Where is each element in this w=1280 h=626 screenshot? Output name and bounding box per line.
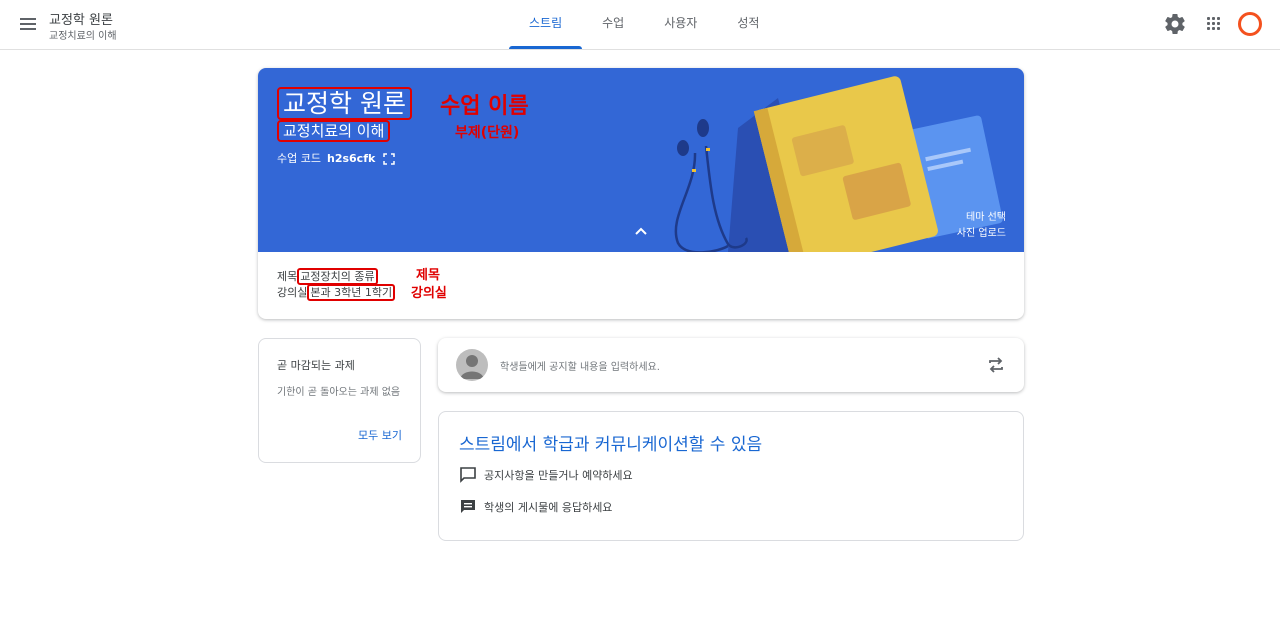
announcement-placeholder[interactable]: 학생들에게 공지할 내용을 입력하세요. <box>500 358 660 373</box>
subject-row: 제목 교정장치의 종류 <box>277 268 395 285</box>
stream-info-item-text: 학생의 게시물에 응답하세요 <box>484 501 613 514</box>
user-avatar <box>456 349 488 381</box>
upcoming-card: 곧 마감되는 과제 기한이 곧 돌아오는 과제 없음 모두 보기 <box>258 338 421 463</box>
class-banner: 교정학 원론 교정치료의 이해 수업 코드 h2s6cfk 테마 선택 사진 업로… <box>258 68 1024 252</box>
tab-stream[interactable]: 스트림 <box>509 0 583 49</box>
banner-subtitle: 교정치료의 이해 <box>277 120 391 142</box>
class-code-label: 수업 코드 <box>277 152 321 165</box>
class-code-value: h2s6cfk <box>326 152 376 165</box>
subject-value: 교정장치의 종류 <box>297 268 378 285</box>
apps-icon[interactable] <box>1202 12 1226 36</box>
banner-title: 교정학 원론 <box>277 84 412 120</box>
comment-icon <box>461 500 475 513</box>
annotation-room: 강의실 <box>411 286 447 301</box>
tab-grades[interactable]: 성적 <box>717 0 779 49</box>
repost-icon[interactable] <box>986 355 1006 375</box>
room-label: 강의실 <box>277 286 308 299</box>
select-theme-link[interactable]: 테마 선택 <box>966 208 1006 223</box>
stream-info-card: 스트림에서 학급과 커뮤니케이션할 수 있음 공지사항을 만들거나 예약하세요 … <box>438 411 1024 541</box>
upcoming-title: 곧 마감되는 과제 <box>277 359 355 372</box>
top-app-bar: 교정학 원론 교정치료의 이해 스트림 수업 사용자 성적 <box>0 0 1280 50</box>
class-code: 수업 코드 h2s6cfk <box>277 150 395 166</box>
course-title[interactable]: 교정학 원론 <box>49 9 113 28</box>
banner-title-text: 교정학 원론 <box>277 87 412 120</box>
stream-info-title: 스트림에서 학급과 커뮤니케이션할 수 있음 <box>459 435 763 455</box>
gear-icon[interactable] <box>1163 12 1187 36</box>
view-all-link[interactable]: 모두 보기 <box>358 427 402 443</box>
stream-info-item: 학생의 게시물에 응답하세요 <box>459 497 612 517</box>
annotation-subject: 제목 <box>416 268 440 283</box>
fullscreen-icon[interactable] <box>383 153 395 165</box>
subject-label: 제목 <box>277 270 298 283</box>
tab-bar: 스트림 수업 사용자 성적 <box>509 0 779 49</box>
account-avatar[interactable] <box>1238 12 1262 36</box>
class-header-card: 교정학 원론 교정치료의 이해 수업 코드 h2s6cfk 테마 선택 사진 업로… <box>258 68 1024 319</box>
room-value: 본과 3학년 1학기 <box>307 284 396 301</box>
stream-info-item: 공지사항을 만들거나 예약하세요 <box>459 465 633 485</box>
announcement-composer[interactable]: 학생들에게 공지할 내용을 입력하세요. <box>438 338 1024 392</box>
menu-icon[interactable] <box>16 12 40 36</box>
annotation-class-name: 수업 이름 <box>440 94 529 119</box>
class-details: 제목 교정장치의 종류 강의실 본과 3학년 1학기 <box>277 268 396 301</box>
upload-photo-link[interactable]: 사진 업로드 <box>957 224 1006 239</box>
room-row: 강의실 본과 3학년 1학기 <box>277 284 396 301</box>
course-subtitle: 교정치료의 이해 <box>49 31 117 42</box>
annotation-subtitle: 부제(단원) <box>455 125 520 141</box>
chevron-up-icon[interactable] <box>634 226 648 236</box>
upcoming-empty-message: 기한이 곧 돌아오는 과제 없음 <box>277 387 401 398</box>
announcement-icon <box>460 467 476 483</box>
tab-classwork[interactable]: 수업 <box>582 0 644 49</box>
stream-info-item-text: 공지사항을 만들거나 예약하세요 <box>484 469 633 482</box>
banner-subtitle-text: 교정치료의 이해 <box>277 120 391 142</box>
tab-people[interactable]: 사용자 <box>644 0 717 49</box>
